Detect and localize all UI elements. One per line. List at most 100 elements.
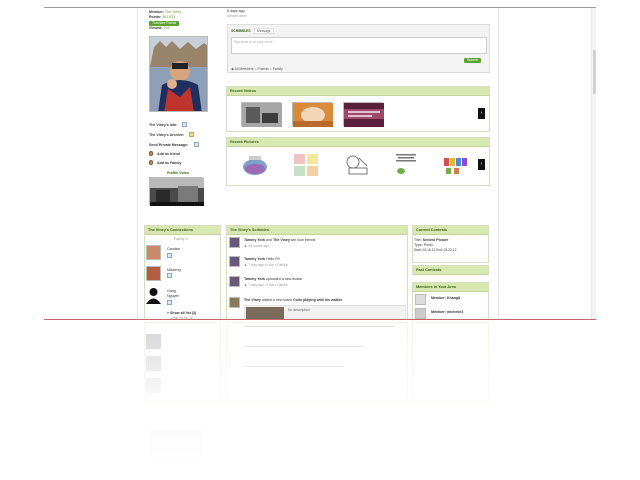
family-count: Family 3 — [174, 237, 188, 241]
area-member-2-avatar[interactable] — [415, 308, 426, 319]
past-contests-panel: Past Contests — [412, 265, 489, 275]
contest-title-link[interactable]: Sexiest Picture — [423, 238, 449, 242]
area-member-1-avatar[interactable] — [415, 294, 426, 305]
info-link[interactable]: The Viney's Info: — [149, 123, 178, 127]
browser-viewport: Member: The Viney Points: 581,833 Transf… — [0, 0, 640, 480]
points-value: 581,833 — [162, 15, 176, 19]
profile-photo[interactable] — [149, 36, 208, 112]
add-family-icon[interactable] — [149, 160, 153, 165]
archive-link[interactable]: The Viney's Archive: — [149, 133, 184, 137]
member-line: Member: The Viney — [149, 10, 181, 14]
feed-video-description: No description — [288, 308, 310, 312]
tab-message[interactable]: Message — [254, 28, 274, 34]
videos-next-arrow[interactable]: › — [478, 108, 485, 119]
connection-2-message-icon[interactable] — [167, 273, 172, 278]
feed-item-3-user[interactable]: Tammy York — [244, 277, 265, 281]
connection-avatar-1[interactable] — [146, 245, 161, 260]
feed-video-attachment[interactable]: No description — [244, 305, 406, 320]
viewed-line: Viewed: 918 — [149, 26, 170, 30]
feed-avatar-2[interactable] — [229, 256, 240, 267]
feed-item-2-user[interactable]: Tammy York — [244, 257, 265, 261]
radio-all-members[interactable]: ◉ All Members — [231, 67, 254, 71]
picture-thumb-2[interactable] — [292, 152, 320, 178]
picture-thumb-5-art — [442, 152, 470, 178]
pictures-next-arrow[interactable]: › — [478, 159, 485, 170]
feed-avatar-3[interactable] — [229, 276, 240, 287]
member-label: Member: — [149, 10, 164, 14]
show-all-connections-link[interactable]: » Show all list (3) — [167, 311, 196, 315]
connections-header: The Viney's Connections — [145, 226, 220, 235]
page-left-edge — [137, 8, 138, 320]
tab-scribbles[interactable]: SCRIBBLES — [231, 29, 251, 33]
connection-name-3[interactable]: Gang Nguyen — [167, 289, 187, 299]
picture-thumb-5[interactable] — [442, 152, 470, 178]
status-time: 6 days ago — [227, 9, 245, 13]
feed-item-1-user2[interactable]: The Viney — [273, 238, 290, 242]
silhouette-icon — [146, 288, 161, 304]
scribble-textarea[interactable]: Say what is on your mind... — [231, 37, 487, 54]
page-right-edge — [498, 8, 499, 320]
scrollbar[interactable] — [591, 8, 596, 320]
current-contests-header: Current Contests — [413, 226, 488, 235]
picture-thumb-2-art — [292, 152, 320, 178]
profile-photo-art — [150, 37, 207, 111]
audience-radios: ◉ All Members ○ Friends ○ Family — [231, 67, 283, 71]
feed-item-1: Tammy York and The Viney are now friends — [244, 238, 316, 242]
feed-avatar-1[interactable] — [229, 237, 240, 248]
top-divider — [44, 7, 596, 8]
message-icon[interactable] — [194, 142, 199, 147]
connection-avatar-3[interactable] — [146, 287, 161, 304]
connection-3-message-icon[interactable] — [167, 300, 172, 305]
contest-type-line: Type: Photo — [414, 243, 434, 247]
contest-dates: Start: 03-15-12 End: 03-22-12 — [414, 248, 457, 252]
points-label: Points: — [149, 15, 162, 19]
connection-1-message-icon[interactable] — [167, 253, 172, 258]
add-family-link[interactable]: Add as Family — [157, 161, 181, 165]
area-member-1[interactable]: Member: Khang8 — [431, 296, 460, 300]
past-contests-header[interactable]: Past Contests — [413, 266, 488, 275]
area-member-2[interactable]: Member: michelle2 — [431, 310, 463, 314]
contest-title-line: Title: Sexiest Picture — [414, 238, 449, 242]
member-value: The Viney — [164, 10, 182, 14]
recent-videos-header: Recent Videos — [227, 87, 489, 96]
picture-thumb-1-art — [241, 152, 269, 178]
feed-item-4-user[interactable]: The Viney — [244, 298, 261, 302]
connection-name-1[interactable]: Caroline — [167, 247, 180, 251]
scrollbar-thumb[interactable] — [593, 50, 596, 94]
scribble-composer: SCRIBBLES Message Say what is on your mi… — [227, 24, 490, 73]
picture-thumb-4[interactable] — [392, 152, 420, 178]
video-thumb-3-art — [344, 103, 384, 127]
video-thumb-3[interactable] — [343, 102, 384, 127]
scribbles-feed-header: The Viney's Scribbles — [227, 226, 407, 235]
radio-family[interactable]: ○ Family — [270, 67, 283, 71]
picture-thumb-3[interactable] — [343, 152, 371, 178]
connection-avatar-2[interactable] — [146, 266, 161, 281]
radio-friends[interactable]: ○ Friends — [255, 67, 269, 71]
add-friend-link[interactable]: Add as friend — [157, 152, 180, 156]
video-thumb-1[interactable] — [241, 102, 282, 127]
profile-video-label: Profile Video — [167, 171, 189, 175]
archive-icon[interactable] — [189, 132, 194, 137]
area-members-header: Members in Your Area — [413, 283, 488, 292]
info-icon[interactable] — [182, 122, 187, 127]
viewed-value: 918 — [163, 26, 170, 30]
feed-item-3: Tammy York uploaded a new avatar — [244, 277, 303, 281]
submit-button[interactable]: Submit — [464, 58, 482, 63]
feed-avatar-4[interactable] — [229, 297, 240, 308]
profile-video-art — [150, 178, 204, 206]
picture-thumb-4-art — [392, 152, 420, 178]
feed-item-4-video-link[interactable]: Colin playing with his walker — [293, 298, 342, 302]
add-friend-icon[interactable] — [149, 151, 153, 156]
video-thumb-1-art — [242, 103, 282, 127]
feed-item-2: Tammy York Hello !!!!! — [244, 257, 281, 261]
private-message-link[interactable]: Send Private Message: — [149, 143, 188, 147]
feed-item-4: The Viney added a new video Colin playin… — [244, 298, 343, 302]
video-thumb-2[interactable] — [292, 102, 333, 127]
connection-name-2[interactable]: Mikaeng — [167, 268, 181, 272]
status-text: almost done — [227, 14, 247, 18]
viewed-label: Viewed: — [149, 26, 163, 30]
feed-item-1-user[interactable]: Tammy York — [244, 238, 265, 242]
picture-thumb-3-art — [343, 152, 371, 178]
picture-thumb-1[interactable] — [241, 152, 269, 178]
profile-video-thumb[interactable] — [149, 177, 204, 206]
